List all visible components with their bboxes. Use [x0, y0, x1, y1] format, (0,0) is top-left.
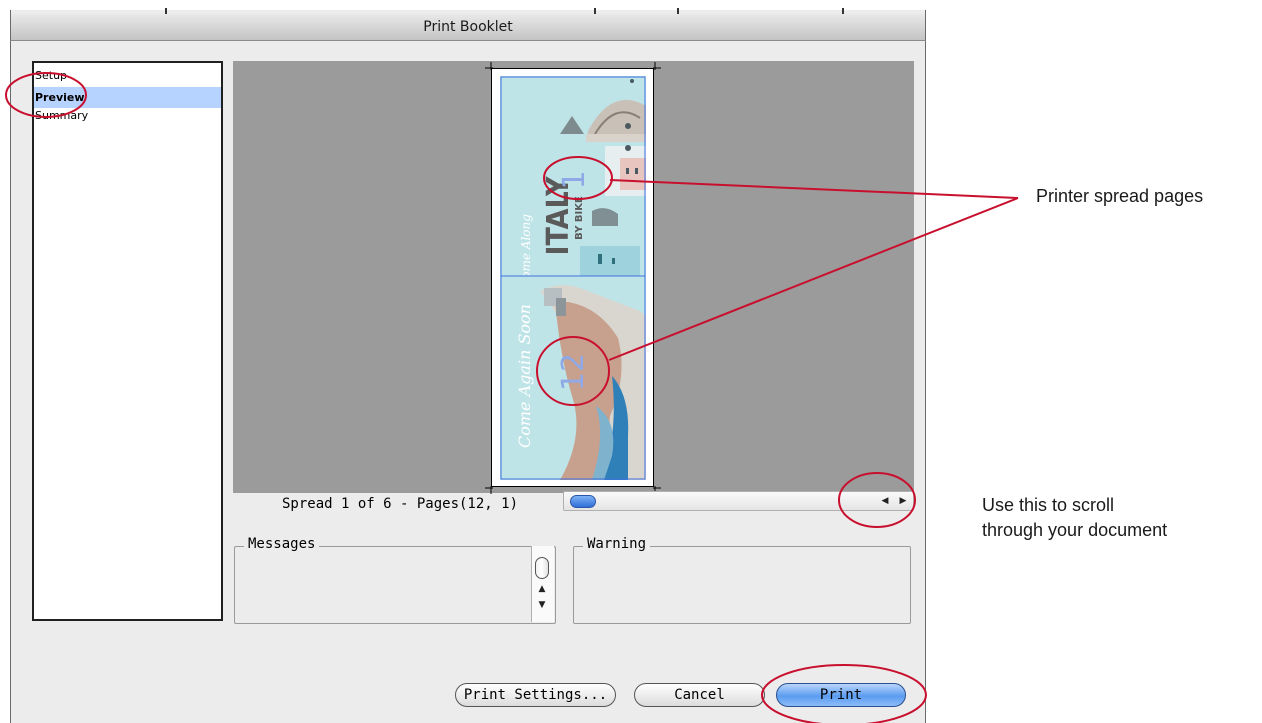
- annotation-scroll-line-1: Use this to scroll: [982, 495, 1115, 515]
- annotation-scroll-line-2: through your document: [982, 520, 1168, 540]
- print-button-highlight-circle: [761, 664, 927, 723]
- page-1-highlight-circle: [543, 156, 613, 200]
- scroll-highlight-circle: [838, 472, 916, 528]
- callout-line-page-1: [609, 179, 1019, 199]
- callout-line-page-12: [608, 197, 1019, 361]
- preview-highlight-circle: [5, 72, 87, 118]
- page-12-highlight-circle: [536, 336, 610, 406]
- annotation-spread-pages: Printer spread pages: [1036, 186, 1204, 206]
- annotation-layer: [5, 72, 1019, 723]
